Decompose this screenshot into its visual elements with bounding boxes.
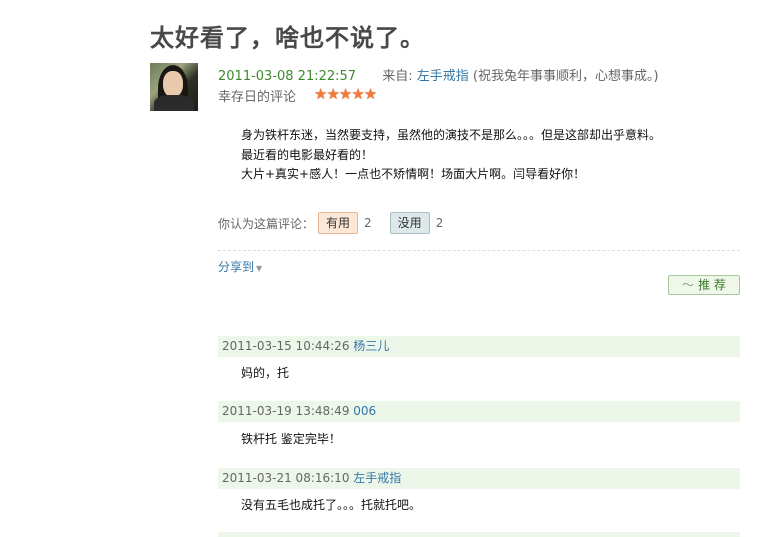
comment-text: 妈的，托	[241, 366, 290, 380]
review-of: 幸存日的评论	[218, 90, 297, 105]
star-icon: ★	[338, 85, 352, 103]
comment-text: 铁杆托 鉴定完毕！	[241, 432, 341, 446]
review-date: 2011-03-08 21:22:57	[218, 69, 357, 84]
review-body: 身为铁杆东迷，当然要支持，虽然他的演技不是那么。。。但是这部却出乎意料。 最近看…	[241, 126, 661, 185]
useful-button[interactable]: 有用	[318, 212, 359, 234]
author-link[interactable]: 左手戒指	[417, 69, 469, 84]
vote-bar: 你认为这篇评论： 有用 2 没用 2	[218, 212, 443, 234]
divider	[218, 250, 740, 251]
comment-header: 2011-03-15 10:44:26 杨三儿	[218, 336, 740, 357]
comment-header: 2011-03-21 08:16:10 左手戒指	[218, 468, 740, 489]
author-signature: (祝我兔年事事顺利，心想事成。)	[472, 69, 659, 84]
vote-prompt: 你认为这篇评论：	[218, 216, 315, 231]
review-body-line: 身为铁杆东迷，当然要支持，虽然他的演技不是那么。。。但是这部却出乎意料。	[241, 128, 662, 142]
recommend-icon: ～	[682, 278, 695, 292]
comment-time: 2011-03-21 08:16:10	[222, 471, 350, 485]
rating-stars: ★★★★★	[314, 85, 377, 103]
star-icon: ★	[314, 85, 327, 103]
chevron-down-icon: ▼	[256, 264, 263, 273]
author-avatar[interactable]	[150, 63, 198, 111]
comment-user-link[interactable]: 左手戒指	[353, 471, 401, 485]
useless-count: 2	[435, 216, 444, 230]
useless-button[interactable]: 没用	[389, 212, 430, 234]
avatar-body	[154, 95, 194, 111]
share-label: 分享到	[218, 260, 255, 274]
recommend-label: 推 荐	[698, 278, 726, 292]
star-icon: ★	[351, 85, 364, 103]
comment-header	[218, 532, 740, 537]
share-button[interactable]: 分享到 ▼	[218, 258, 262, 275]
review-body-line: 最近看的电影最好看的！	[241, 147, 374, 162]
comment-text: 没有五毛也成托了。。。托就托吧。	[241, 498, 422, 512]
recommend-button[interactable]: ～推 荐	[668, 275, 740, 295]
review-title: 太好看了，啥也不说了。	[150, 24, 425, 52]
star-icon: ★	[363, 85, 377, 103]
star-icon: ★	[326, 85, 339, 103]
useful-count: 2	[364, 216, 372, 230]
review-body-line: 大片+真实+感人！一点也不矫情啊！场面大片啊。闫导看好你！	[241, 167, 586, 181]
comment-user-link[interactable]: 006	[353, 404, 376, 418]
review-meta: 2011-03-08 21:22:57 来自: 左手戒指 (祝我兔年事事顺利，心…	[218, 65, 659, 84]
comment-time: 2011-03-15 10:44:26	[222, 339, 350, 353]
from-label: 来自:	[382, 69, 413, 84]
avatar-face	[163, 71, 183, 97]
comment-time: 2011-03-19 13:48:49	[222, 404, 350, 418]
comment-header: 2011-03-19 13:48:49 006	[218, 401, 740, 422]
comment-user-link[interactable]: 杨三儿	[353, 339, 389, 353]
